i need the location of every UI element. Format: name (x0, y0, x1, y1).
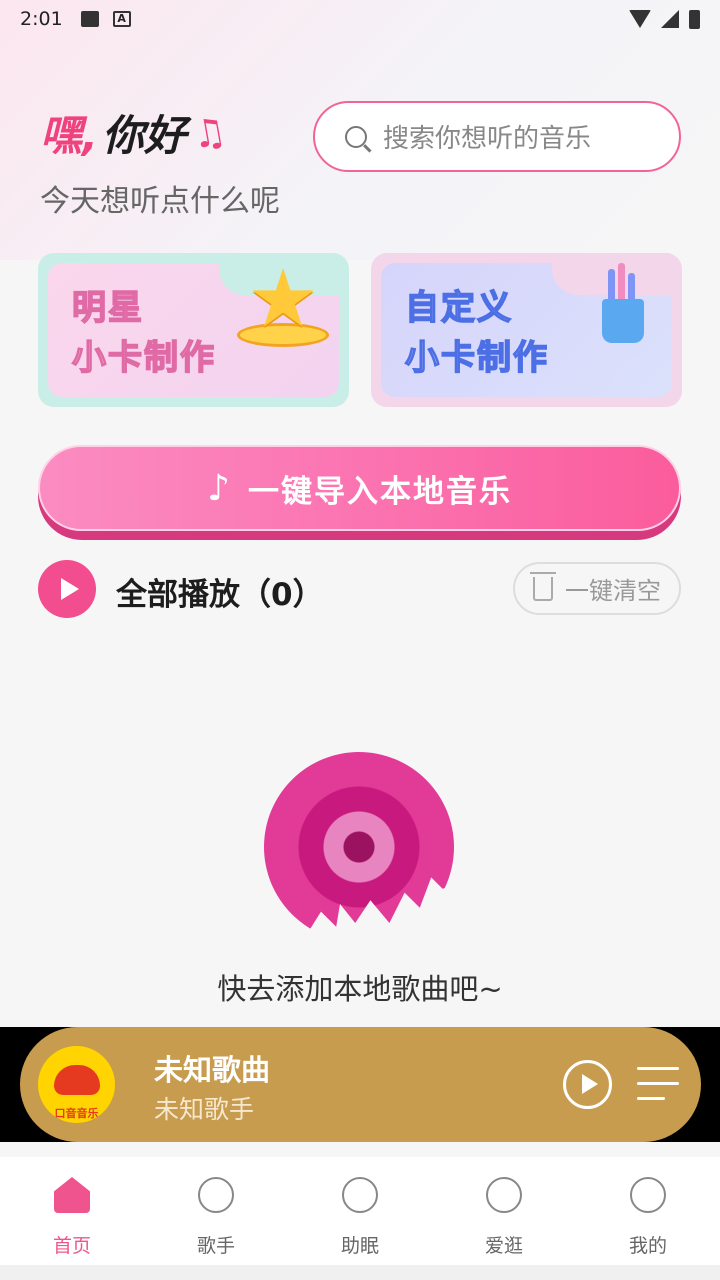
star-icon: ★ (247, 253, 319, 345)
greeting-hello: 你好 (101, 111, 186, 160)
card-title-line1: 明星 (71, 287, 144, 329)
trash-icon (530, 571, 556, 601)
nav-label: 我的 (628, 1235, 667, 1257)
greeting-subtitle: 今天想听点什么呢 (40, 184, 280, 219)
status-bar: 2:01 A (0, 0, 720, 38)
search-placeholder: 搜索你想听的音乐 (383, 124, 592, 154)
star-card-maker[interactable]: ★ 明星 小卡制作 (38, 253, 349, 407)
nav-item-mine[interactable]: 我的 (576, 1157, 720, 1265)
cup-icon (602, 299, 644, 343)
nav-label: 歌手 (196, 1235, 235, 1257)
card-title-line2: 小卡制作 (404, 337, 549, 379)
moon-icon (342, 1177, 378, 1213)
import-button-label: 一键导入本地音乐 (247, 473, 512, 510)
album-cover: 口音音乐 (38, 1046, 115, 1123)
play-all-button[interactable] (38, 560, 96, 618)
greeting: 嘿, 你好 ♫ (40, 102, 230, 163)
music-list-icon: ♪ (207, 467, 230, 509)
nav-label: 助眠 (340, 1235, 379, 1257)
play-icon[interactable] (563, 1060, 612, 1109)
wifi-icon (629, 10, 651, 28)
card-title: 明星 小卡制作 (71, 283, 216, 383)
home-icon (54, 1177, 90, 1213)
card-title-line2: 小卡制作 (71, 337, 216, 379)
custom-card-maker[interactable]: 自定义 小卡制作 (371, 253, 682, 407)
nav-label: 首页 (52, 1235, 91, 1257)
nav-item-explore[interactable]: 爱逛 (432, 1157, 576, 1265)
song-artist: 未知歌手 (154, 1095, 255, 1124)
cover-logo-text: 口音音乐 (54, 1107, 99, 1120)
font-notification-icon: A (112, 11, 131, 27)
empty-state-message: 快去添加本地歌曲吧~ (217, 972, 503, 1006)
greeting-hey: 嘿, (40, 111, 98, 160)
status-time: 2:01 (20, 8, 63, 30)
bottom-nav: 首页 歌手 助眠 爱逛 我的 (0, 1157, 720, 1265)
search-bar[interactable]: 搜索你想听的音乐 (313, 101, 681, 172)
music-note-icon: ♫ (188, 107, 230, 158)
playlist-icon[interactable] (637, 1067, 679, 1101)
nav-label: 爱逛 (484, 1235, 523, 1257)
user-icon (630, 1177, 666, 1213)
vinyl-disc-icon (264, 752, 454, 942)
mini-player[interactable]: 口音音乐 未知歌曲 未知歌手 (20, 1027, 701, 1142)
nav-item-singers[interactable]: 歌手 (144, 1157, 288, 1265)
cover-logo-icon (53, 1064, 100, 1095)
smile-icon (198, 1177, 234, 1213)
nav-item-home[interactable]: 首页 (0, 1157, 144, 1265)
play-all-label[interactable]: 全部播放（0） (116, 569, 324, 614)
search-icon (345, 125, 367, 148)
song-title: 未知歌曲 (154, 1053, 271, 1087)
nav-item-sleep[interactable]: 助眠 (288, 1157, 432, 1265)
heart-chat-icon (486, 1177, 522, 1213)
card-title-line1: 自定义 (404, 287, 513, 329)
import-local-music-button[interactable]: ♪ 一键导入本地音乐 (38, 445, 681, 531)
clear-all-label: 一键清空 (565, 577, 661, 605)
battery-icon (689, 9, 700, 29)
brush-icon (608, 263, 638, 303)
clear-all-button[interactable]: 一键清空 (513, 562, 681, 615)
system-nav-strip (0, 1265, 720, 1280)
image-notification-icon (80, 11, 99, 27)
card-title: 自定义 小卡制作 (404, 283, 549, 383)
signal-icon (661, 10, 679, 28)
